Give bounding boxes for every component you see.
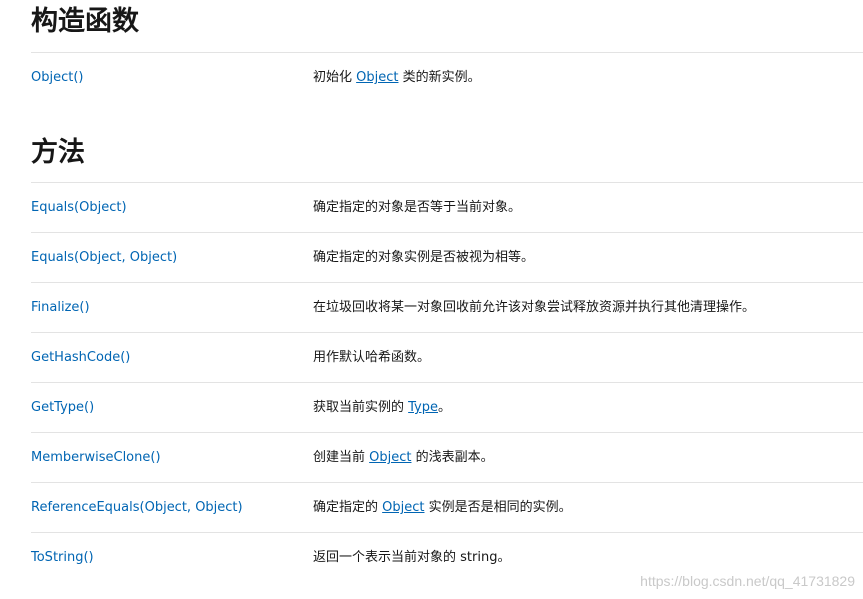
- method-row: Equals(Object, Object) 确定指定的对象实例是否被视为相等。: [31, 233, 863, 283]
- method-description: 用作默认哈希函数。: [313, 350, 431, 365]
- method-description: 在垃圾回收将某一对象回收前允许该对象尝试释放资源并执行其他清理操作。: [313, 300, 756, 315]
- method-link-gethashcode[interactable]: GetHashCode(): [31, 333, 130, 383]
- method-link-gettype[interactable]: GetType(): [31, 383, 94, 433]
- description-text: 确定指定的: [313, 500, 383, 515]
- method-row: GetType() 获取当前实例的 Type。: [31, 383, 863, 433]
- constructor-row: Object() 初始化 Object 类的新实例。: [31, 53, 863, 103]
- description-text: 实例是否是相同的实例。: [424, 500, 572, 515]
- method-row: GetHashCode() 用作默认哈希函数。: [31, 333, 863, 383]
- method-description: 创建当前 Object 的浅表副本。: [313, 433, 494, 483]
- type-link-object[interactable]: Object: [356, 70, 398, 85]
- method-row: ReferenceEquals(Object, Object) 确定指定的 Ob…: [31, 483, 863, 533]
- methods-heading: 方法: [31, 137, 85, 168]
- description-text: 初始化: [313, 70, 357, 85]
- constructor-description: 初始化 Object 类的新实例。: [313, 53, 481, 103]
- api-reference-page: 构造函数 Object() 初始化 Object 类的新实例。 方法 Equal…: [0, 0, 863, 599]
- method-description: 确定指定的对象是否等于当前对象。: [313, 200, 522, 215]
- type-link-object[interactable]: Object: [382, 500, 424, 515]
- method-link-finalize[interactable]: Finalize(): [31, 283, 90, 333]
- method-row: Finalize() 在垃圾回收将某一对象回收前允许该对象尝试释放资源并执行其他…: [31, 283, 863, 333]
- method-description: 获取当前实例的 Type。: [313, 383, 451, 433]
- watermark-text: https://blog.csdn.net/qq_41731829: [640, 573, 855, 589]
- description-text: 类的新实例。: [398, 70, 481, 85]
- method-link-memberwiseclone[interactable]: MemberwiseClone(): [31, 433, 161, 483]
- type-link-type[interactable]: Type: [408, 400, 438, 415]
- description-text: 获取当前实例的: [313, 400, 409, 415]
- description-text: 。: [438, 400, 452, 415]
- method-link-tostring[interactable]: ToString(): [31, 533, 94, 583]
- method-link-equals[interactable]: Equals(Object): [31, 183, 127, 233]
- method-row: MemberwiseClone() 创建当前 Object 的浅表副本。: [31, 433, 863, 483]
- constructor-link-object[interactable]: Object(): [31, 53, 83, 103]
- method-link-equals-static[interactable]: Equals(Object, Object): [31, 233, 177, 283]
- method-link-referenceequals[interactable]: ReferenceEquals(Object, Object): [31, 483, 243, 533]
- method-description: 确定指定的对象实例是否被视为相等。: [313, 250, 535, 265]
- type-link-object[interactable]: Object: [369, 450, 411, 465]
- method-description: 返回一个表示当前对象的 string。: [313, 550, 511, 565]
- constructors-heading: 构造函数: [31, 6, 139, 37]
- method-description: 确定指定的 Object 实例是否是相同的实例。: [313, 483, 572, 533]
- method-row: Equals(Object) 确定指定的对象是否等于当前对象。: [31, 183, 863, 233]
- description-text: 创建当前: [313, 450, 370, 465]
- description-text: 的浅表副本。: [411, 450, 494, 465]
